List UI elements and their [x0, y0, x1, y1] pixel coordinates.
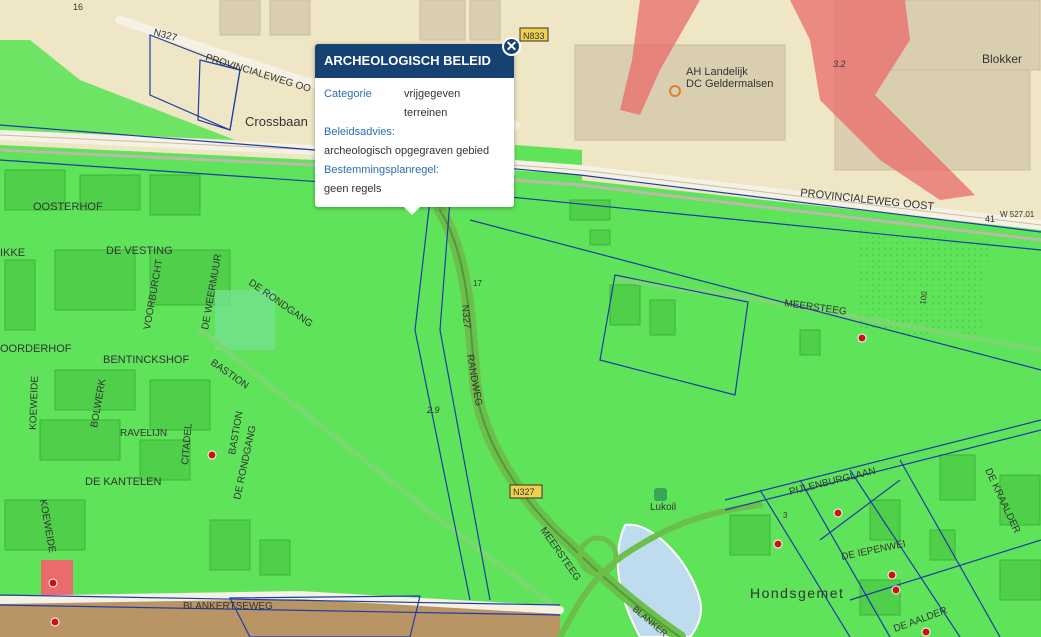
- map-label-de-kantelen: DE KANTELEN: [85, 476, 161, 488]
- map-label-ah-dc-2: DC Geldermalsen: [686, 78, 773, 90]
- beleidsadvies-value: archeologisch opgegraven gebied: [324, 145, 490, 157]
- beleidsadvies-label: Beleidsadvies:: [324, 126, 395, 138]
- map-label-lukoil: Lukoil: [650, 502, 676, 513]
- map-label-w52701: W 527.01: [1000, 210, 1035, 219]
- map-label-ravelijn: RAVELIJN: [120, 428, 167, 439]
- feature-info-popup: ARCHEOLOGISCH BELEID Categorie vrijgegev…: [315, 44, 514, 215]
- map-label-de-vesting: DE VESTING: [106, 245, 173, 257]
- close-icon[interactable]: ✕: [502, 37, 521, 56]
- map-label-hondsgemet: Hondsgemet: [750, 585, 844, 601]
- map-label-ikke: IKKE: [0, 247, 25, 259]
- map-label-blokker: Blokker: [982, 52, 1022, 66]
- categorie-value-line2: terreinen: [404, 107, 448, 119]
- map-label-n833: N833: [523, 31, 545, 41]
- map-label-ah-dc-1: AH Landelijk: [686, 66, 748, 78]
- popup-body: Categorie vrijgegeven terreinen Beleidsa…: [315, 78, 514, 206]
- map-label-crossbaan: Crossbaan: [245, 114, 308, 129]
- map-label-17: 17: [473, 279, 482, 288]
- categorie-row: Categorie vrijgegeven terreinen: [324, 85, 505, 123]
- map-label-oorderhof: OORDERHOF: [0, 343, 72, 355]
- map-label-n327-low: N327: [513, 487, 535, 497]
- popup-title: ARCHEOLOGISCH BELEID: [315, 44, 514, 78]
- fuel-station-icon[interactable]: [654, 488, 667, 501]
- bestemmingsplanregel-value: geen regels: [324, 183, 382, 195]
- map-label-blankertseweg: BLANKERTSEWEG: [183, 601, 273, 612]
- categorie-label: Categorie: [324, 88, 372, 100]
- map-canvas[interactable]: N327 N833 PROVINCIALEWEG OO Crossbaan AH…: [0, 0, 1041, 637]
- categorie-value: vrijgegeven terreinen: [404, 85, 460, 123]
- map-label-elev-29: 2.9: [426, 405, 440, 415]
- map-label-bentinckshof: BENTINCKSHOF: [103, 354, 189, 366]
- map-label-41: 41: [985, 214, 995, 224]
- bestemmingsplanregel-label: Bestemmingsplanregel:: [324, 164, 439, 176]
- map-label-16: 16: [73, 2, 83, 12]
- map-label-oosterhof: OOSTERHOF: [33, 201, 103, 213]
- map-label-elev-32: 3.2: [833, 59, 846, 69]
- categorie-value-line1: vrijgegeven: [404, 88, 461, 100]
- red-zone-sw-square[interactable]: [41, 560, 73, 598]
- map-label-koeweide-n: KOEWEIDE: [28, 376, 41, 431]
- map-label-3: 3: [783, 511, 788, 520]
- map-label-n327-mid: N327: [459, 304, 472, 329]
